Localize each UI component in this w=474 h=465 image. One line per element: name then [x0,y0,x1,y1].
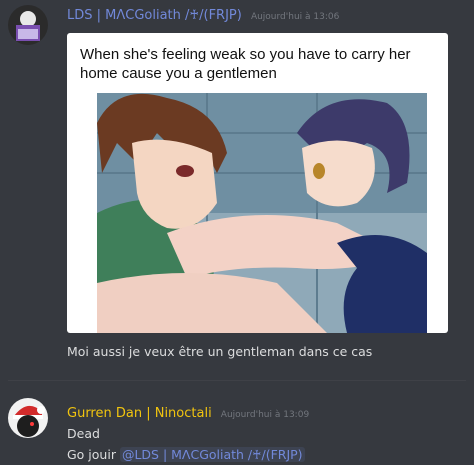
avatar[interactable] [8,5,48,45]
avatar[interactable] [8,398,48,438]
username[interactable]: LDS | MΛCGoliath /♰/(FRJP) [67,8,242,23]
message-1: LDS | MΛCGoliath /♰/(FRJP) Aujourd'hui à… [0,0,474,375]
timestamp: Aujourd'hui à 13:06 [250,12,340,22]
message-line: Dead [67,426,100,441]
message-2: Gurren Dan | Ninoctali Aujourd'hui à 13:… [0,385,474,465]
attached-image[interactable]: When she's feeling weak so you have to c… [67,33,448,333]
timestamp: Aujourd'hui à 13:09 [220,410,310,420]
message-line: Go jouir @LDS | MΛCGoliath /♰/(FRJP) [67,447,305,462]
message-line-text: Go jouir [67,447,116,462]
anime-illustration [97,93,427,333]
message-text: Moi aussi je veux être un gentleman dans… [67,344,373,359]
message-divider [8,380,466,381]
username[interactable]: Gurren Dan | Ninoctali [67,406,212,421]
image-caption: When she's feeling weak so you have to c… [80,46,411,82]
user-mention[interactable]: @LDS | MΛCGoliath /♰/(FRJP) [119,447,305,462]
